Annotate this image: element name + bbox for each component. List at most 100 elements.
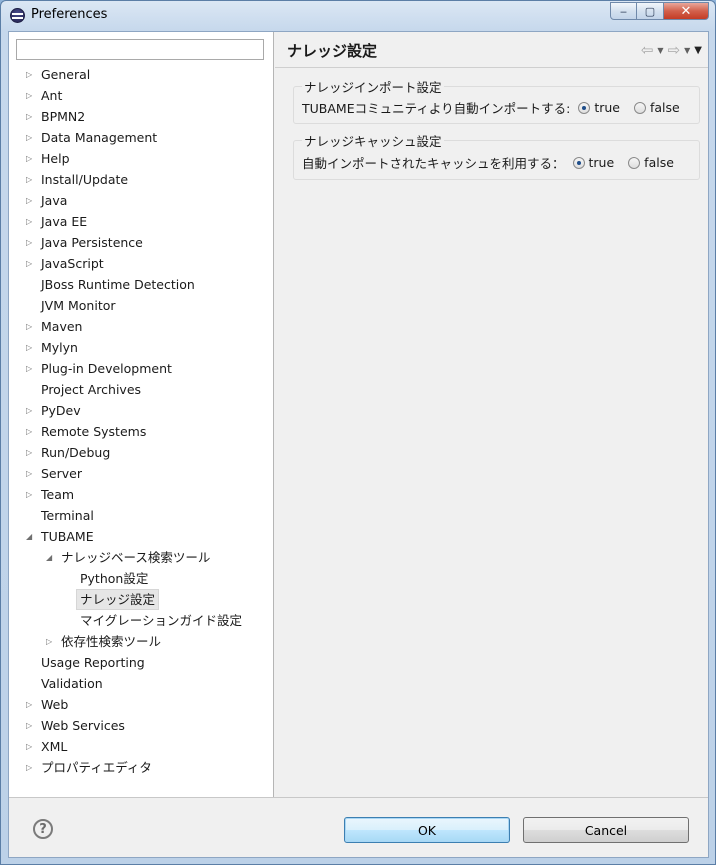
collapsed-arrow-icon[interactable]: ▷ [26, 190, 36, 211]
collapsed-arrow-icon[interactable]: ▷ [26, 715, 36, 736]
tree-item[interactable]: ▷ Run/Debug [9, 442, 273, 463]
collapsed-arrow-icon[interactable]: ▷ [26, 169, 36, 190]
tree-item[interactable]: ▷ Remote Systems [9, 421, 273, 442]
collapsed-arrow-icon[interactable]: ▷ [26, 232, 36, 253]
collapsed-arrow-icon[interactable]: ▷ [26, 463, 36, 484]
preference-tree: ▷ General ▷ Ant ▷ BPMN2 ▷ Data Management ▷ Help ▷… [9, 64, 273, 778]
collapsed-arrow-icon[interactable]: ▷ [26, 484, 36, 505]
tree-item[interactable]: ▷ Install/Update [9, 169, 273, 190]
view-menu-icon[interactable]: ▼ [694, 45, 702, 56]
tree-item[interactable]: ナレッジ設定 [9, 589, 273, 610]
radio-label: false [649, 100, 680, 115]
collapsed-arrow-icon[interactable]: ▷ [26, 211, 36, 232]
page-navigation: ⇦ ▼ ⇨ ▼ ▼ [641, 41, 702, 59]
tree-item-label: Remote Systems [41, 424, 147, 439]
tree-item[interactable]: ◢ TUBAME [9, 526, 273, 547]
help-icon[interactable]: ? [33, 819, 53, 839]
tree-item-label: Maven [41, 319, 83, 334]
expanded-arrow-icon[interactable]: ◢ [46, 547, 56, 568]
tree-item[interactable]: Usage Reporting [9, 652, 273, 673]
title-bar[interactable]: Preferences ‒ ▢ ✕ [1, 1, 715, 31]
tree-item-label: Terminal [41, 508, 94, 523]
tree-item[interactable]: ▷ Mylyn [9, 337, 273, 358]
radio-label: false [644, 155, 674, 170]
tree-item[interactable]: マイグレーションガイド設定 [9, 610, 273, 631]
close-button[interactable]: ✕ [664, 2, 709, 20]
tree-item[interactable]: ▷ Web Services [9, 715, 273, 736]
collapsed-arrow-icon[interactable]: ▷ [26, 694, 36, 715]
tree-item[interactable]: ▷ 依存性検索ツール [9, 631, 273, 652]
tree-item-label: Project Archives [41, 382, 142, 397]
collapsed-arrow-icon[interactable]: ▷ [26, 106, 36, 127]
collapsed-arrow-icon[interactable]: ▷ [26, 400, 36, 421]
auto-import-false-radio[interactable]: false [633, 100, 680, 115]
filter-input[interactable] [16, 39, 264, 60]
tree-item-label: Server [41, 466, 82, 481]
back-arrow-icon[interactable]: ⇦ [641, 41, 654, 59]
collapsed-arrow-icon[interactable]: ▷ [26, 253, 36, 274]
tree-item-label: プロパティエディタ [41, 760, 152, 775]
knowledge-cache-group: ナレッジキャッシュ設定 自動インポートされたキャッシュを利用する： true f… [293, 131, 700, 180]
button-bar: ? OK Cancel [9, 797, 708, 857]
tree-item-label: ナレッジ設定 [76, 589, 160, 610]
tree-item-label: Web [41, 697, 69, 712]
collapsed-arrow-icon[interactable]: ▷ [26, 421, 36, 442]
collapsed-arrow-icon[interactable]: ▷ [26, 757, 36, 778]
tree-item[interactable]: ▷ Maven [9, 316, 273, 337]
collapsed-arrow-icon[interactable]: ▷ [26, 148, 36, 169]
maximize-button[interactable]: ▢ [637, 2, 664, 20]
tree-item[interactable]: Terminal [9, 505, 273, 526]
tree-item[interactable]: ▷ プロパティエディタ [9, 757, 273, 778]
tree-item[interactable]: ◢ ナレッジベース検索ツール [9, 547, 273, 568]
cancel-button[interactable]: Cancel [523, 817, 689, 843]
tree-item[interactable]: ▷ General [9, 64, 273, 85]
collapsed-arrow-icon[interactable]: ▷ [26, 316, 36, 337]
collapsed-arrow-icon[interactable]: ▷ [26, 442, 36, 463]
tree-item-label: TUBAME [41, 529, 94, 544]
collapsed-arrow-icon[interactable]: ▷ [26, 358, 36, 379]
collapsed-arrow-icon[interactable]: ▷ [26, 337, 36, 358]
preference-tree-pane: ▷ General ▷ Ant ▷ BPMN2 ▷ Data Management ▷ Help ▷… [9, 32, 274, 797]
auto-import-true-radio[interactable]: true [578, 100, 620, 115]
tree-item[interactable]: ▷ Java EE [9, 211, 273, 232]
tree-item-label: Install/Update [41, 172, 129, 187]
collapsed-arrow-icon[interactable]: ▷ [26, 85, 36, 106]
tree-item[interactable]: Project Archives [9, 379, 273, 400]
tree-item[interactable]: ▷ Server [9, 463, 273, 484]
use-cache-true-radio[interactable]: true [572, 155, 614, 170]
forward-arrow-icon[interactable]: ⇨ [668, 41, 681, 59]
expanded-arrow-icon[interactable]: ◢ [26, 526, 36, 547]
minimize-button[interactable]: ‒ [610, 2, 637, 20]
tree-item[interactable]: ▷ Web [9, 694, 273, 715]
collapsed-arrow-icon[interactable]: ▷ [26, 127, 36, 148]
collapsed-arrow-icon[interactable]: ▷ [46, 631, 56, 652]
tree-item[interactable]: ▷ Java [9, 190, 273, 211]
tree-item-label: Team [41, 487, 75, 502]
tree-item[interactable]: ▷ BPMN2 [9, 106, 273, 127]
tree-item-label: Validation [41, 676, 103, 691]
collapsed-arrow-icon[interactable]: ▷ [26, 64, 36, 85]
tree-item[interactable]: JVM Monitor [9, 295, 273, 316]
tree-item[interactable]: ▷ XML [9, 736, 273, 757]
tree-item-label: General [41, 67, 91, 82]
tree-item[interactable]: JBoss Runtime Detection [9, 274, 273, 295]
back-history-dropdown-icon[interactable]: ▼ [657, 46, 663, 55]
tree-item-label: Run/Debug [41, 445, 111, 460]
tree-item[interactable]: Validation [9, 673, 273, 694]
tree-item[interactable]: ▷ Help [9, 148, 273, 169]
tree-item[interactable]: ▷ JavaScript [9, 253, 273, 274]
collapsed-arrow-icon[interactable]: ▷ [26, 736, 36, 757]
forward-history-dropdown-icon[interactable]: ▼ [684, 46, 690, 55]
ok-button[interactable]: OK [344, 817, 510, 843]
tree-item[interactable]: ▷ Data Management [9, 127, 273, 148]
tree-item[interactable]: ▷ Plug-in Development [9, 358, 273, 379]
tree-item[interactable]: ▷ Team [9, 484, 273, 505]
tree-item-label: JVM Monitor [41, 298, 116, 313]
tree-item[interactable]: Python設定 [9, 568, 273, 589]
use-cache-false-radio[interactable]: false [628, 155, 674, 170]
tree-item[interactable]: ▷ Ant [9, 85, 273, 106]
radio-selected-icon [578, 101, 591, 114]
tree-item[interactable]: ▷ PyDev [9, 400, 273, 421]
tree-item-label: Usage Reporting [41, 655, 145, 670]
tree-item[interactable]: ▷ Java Persistence [9, 232, 273, 253]
